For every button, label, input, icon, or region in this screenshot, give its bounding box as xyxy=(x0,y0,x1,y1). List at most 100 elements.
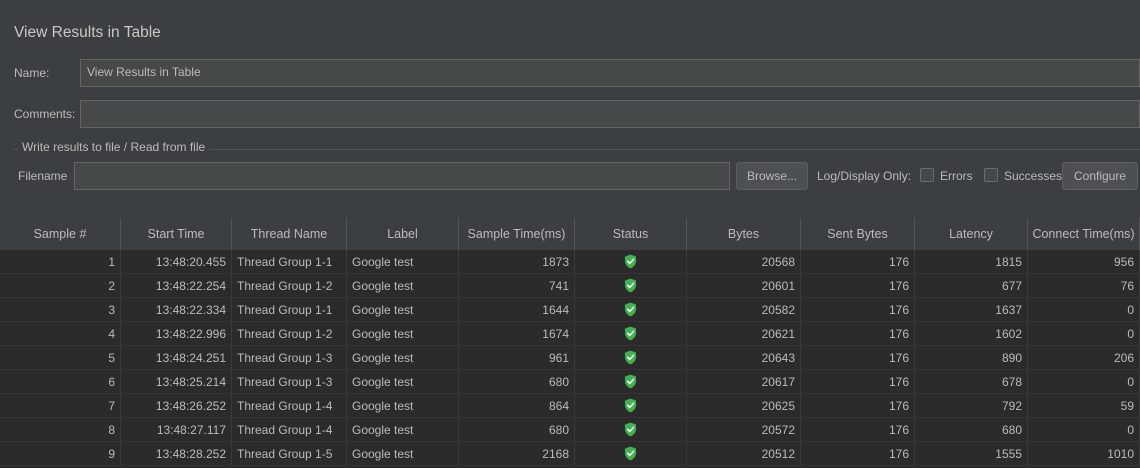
success-shield-icon xyxy=(624,278,637,293)
errors-label: Errors xyxy=(940,169,973,183)
cell-label: Google test xyxy=(347,346,459,370)
cell-sample-num: 1 xyxy=(0,250,121,274)
cell-bytes: 20643 xyxy=(687,346,801,370)
cell-label: Google test xyxy=(347,250,459,274)
cell-bytes: 20568 xyxy=(687,250,801,274)
column-header-connect-time[interactable]: Connect Time(ms) xyxy=(1028,218,1140,250)
cell-status xyxy=(575,250,687,274)
cell-label: Google test xyxy=(347,394,459,418)
cell-sample-time: 961 xyxy=(459,346,575,370)
cell-sample-num: 2 xyxy=(0,274,121,298)
cell-sample-time: 2168 xyxy=(459,442,575,466)
cell-status xyxy=(575,418,687,442)
cell-latency: 677 xyxy=(915,274,1028,298)
cell-bytes: 20625 xyxy=(687,394,801,418)
cell-latency: 1602 xyxy=(915,322,1028,346)
cell-thread-name: Thread Group 1-2 xyxy=(232,274,347,298)
cell-sample-time: 680 xyxy=(459,418,575,442)
cell-bytes: 20621 xyxy=(687,322,801,346)
cell-bytes: 20617 xyxy=(687,370,801,394)
cell-sent-bytes: 176 xyxy=(801,442,915,466)
success-shield-icon xyxy=(624,302,637,317)
table-row[interactable]: 2 13:48:22.254 Thread Group 1-2 Google test… xyxy=(0,274,1140,298)
cell-status xyxy=(575,274,687,298)
configure-button[interactable]: Configure xyxy=(1062,162,1138,190)
cell-start-time: 13:48:22.996 xyxy=(121,322,232,346)
cell-sent-bytes: 176 xyxy=(801,394,915,418)
comments-field[interactable] xyxy=(80,100,1140,128)
cell-latency: 678 xyxy=(915,370,1028,394)
cell-sample-num: 3 xyxy=(0,298,121,322)
cell-status xyxy=(575,322,687,346)
cell-bytes: 20572 xyxy=(687,418,801,442)
cell-start-time: 13:48:26.252 xyxy=(121,394,232,418)
cell-sent-bytes: 176 xyxy=(801,370,915,394)
column-header-start-time[interactable]: Start Time xyxy=(121,218,232,250)
table-row[interactable]: 6 13:48:25.214 Thread Group 1-3 Google test… xyxy=(0,370,1140,394)
cell-start-time: 13:48:24.251 xyxy=(121,346,232,370)
cell-sample-time: 864 xyxy=(459,394,575,418)
cell-status xyxy=(575,346,687,370)
column-header-status[interactable]: Status xyxy=(575,218,687,250)
cell-connect-time: 956 xyxy=(1028,250,1140,274)
success-shield-icon xyxy=(624,446,637,461)
successes-checkbox[interactable] xyxy=(984,168,998,182)
column-header-sample-num[interactable]: Sample # xyxy=(0,218,121,250)
cell-thread-name: Thread Group 1-3 xyxy=(232,370,347,394)
cell-sample-time: 741 xyxy=(459,274,575,298)
successes-label: Successes xyxy=(1004,169,1063,183)
table-row[interactable]: 4 13:48:22.996 Thread Group 1-2 Google test… xyxy=(0,322,1140,346)
cell-label: Google test xyxy=(347,322,459,346)
table-row[interactable]: 7 13:48:26.252 Thread Group 1-4 Google test… xyxy=(0,394,1140,418)
cell-sample-num: 5 xyxy=(0,346,121,370)
cell-label: Google test xyxy=(347,418,459,442)
cell-sample-time: 1644 xyxy=(459,298,575,322)
cell-thread-name: Thread Group 1-4 xyxy=(232,394,347,418)
table-row[interactable]: 8 13:48:27.117 Thread Group 1-4 Google test… xyxy=(0,418,1140,442)
table-row[interactable]: 1 13:48:20.455 Thread Group 1-1 Google test… xyxy=(0,250,1140,274)
cell-latency: 1815 xyxy=(915,250,1028,274)
cell-start-time: 13:48:20.455 xyxy=(121,250,232,274)
cell-sent-bytes: 176 xyxy=(801,418,915,442)
cell-status xyxy=(575,370,687,394)
column-header-label[interactable]: Label xyxy=(347,218,459,250)
errors-checkbox[interactable] xyxy=(920,168,934,182)
cell-thread-name: Thread Group 1-1 xyxy=(232,298,347,322)
cell-latency: 1555 xyxy=(915,442,1028,466)
cell-start-time: 13:48:25.214 xyxy=(121,370,232,394)
cell-thread-name: Thread Group 1-4 xyxy=(232,418,347,442)
filename-label: Filename xyxy=(18,169,68,183)
cell-sample-num: 7 xyxy=(0,394,121,418)
table-row[interactable]: 9 13:48:28.252 Thread Group 1-5 Google test… xyxy=(0,442,1140,466)
cell-sent-bytes: 176 xyxy=(801,250,915,274)
column-header-sample-time[interactable]: Sample Time(ms) xyxy=(459,218,575,250)
column-header-thread-name[interactable]: Thread Name xyxy=(232,218,347,250)
cell-thread-name: Thread Group 1-5 xyxy=(232,442,347,466)
filename-field[interactable] xyxy=(74,162,730,190)
cell-label: Google test xyxy=(347,274,459,298)
name-label: Name: xyxy=(14,66,50,80)
cell-status xyxy=(575,442,687,466)
name-field[interactable]: View Results in Table xyxy=(80,59,1140,87)
cell-label: Google test xyxy=(347,298,459,322)
cell-connect-time: 0 xyxy=(1028,322,1140,346)
cell-start-time: 13:48:27.117 xyxy=(121,418,232,442)
column-header-bytes[interactable]: Bytes xyxy=(687,218,801,250)
cell-start-time: 13:48:28.252 xyxy=(121,442,232,466)
cell-connect-time: 0 xyxy=(1028,418,1140,442)
table-row[interactable]: 3 13:48:22.334 Thread Group 1-1 Google test… xyxy=(0,298,1140,322)
table-row[interactable]: 5 13:48:24.251 Thread Group 1-3 Google test… xyxy=(0,346,1140,370)
cell-start-time: 13:48:22.334 xyxy=(121,298,232,322)
cell-sent-bytes: 176 xyxy=(801,274,915,298)
cell-connect-time: 0 xyxy=(1028,298,1140,322)
cell-thread-name: Thread Group 1-3 xyxy=(232,346,347,370)
column-header-sent-bytes[interactable]: Sent Bytes xyxy=(801,218,915,250)
success-shield-icon xyxy=(624,398,637,413)
browse-button[interactable]: Browse... xyxy=(736,162,808,190)
cell-bytes: 20582 xyxy=(687,298,801,322)
success-shield-icon xyxy=(624,350,637,365)
cell-latency: 792 xyxy=(915,394,1028,418)
column-header-latency[interactable]: Latency xyxy=(915,218,1028,250)
cell-sample-num: 9 xyxy=(0,442,121,466)
cell-thread-name: Thread Group 1-2 xyxy=(232,322,347,346)
